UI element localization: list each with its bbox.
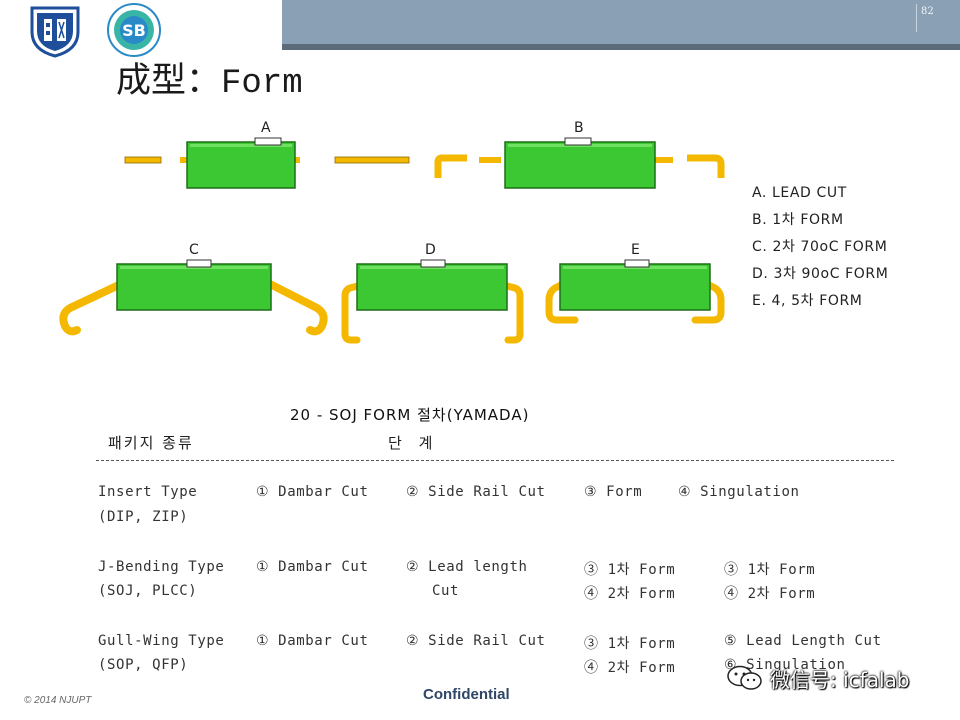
row2-step4b: ④ 2차 Form [724, 586, 816, 602]
row2-sub: (SOJ, PLCC) [98, 583, 198, 599]
header-bar [282, 0, 960, 44]
package-d: D [341, 242, 524, 344]
row3-type: Gull-Wing Type [98, 633, 225, 649]
label-a: A [261, 120, 271, 136]
row2-step1: ① Dambar Cut [256, 559, 369, 575]
package-b: B [434, 120, 725, 189]
lead-form-diagram: A B C D E [59, 120, 725, 344]
label-c: C [189, 242, 199, 258]
row3-step3: ③ 1차 Form [584, 636, 676, 652]
header-bar-underline [282, 44, 960, 50]
wechat-id: 微信号: icfalab [770, 668, 910, 692]
row1-step4: ④ Singulation [678, 484, 800, 500]
package-a: A [124, 120, 410, 189]
package-e: E [545, 242, 725, 324]
university-crest-icon [30, 6, 80, 58]
row2-step2: ② Lead length [406, 559, 528, 575]
row2-step4: ③ 1차 Form [724, 562, 816, 578]
legend-item-d: D. 3차 90oC FORM [752, 266, 889, 282]
row3-step4: ⑤ Lead Length Cut [724, 633, 882, 649]
row3-step1: ① Dambar Cut [256, 633, 369, 649]
school-badge-icon: SB [107, 3, 161, 57]
legend-item-a: A. LEAD CUT [752, 185, 847, 201]
confidential-label: Confidential [423, 686, 510, 703]
row2-step3: ③ 1차 Form [584, 562, 676, 578]
row2-step2b: Cut [432, 583, 460, 599]
row1-sub: (DIP, ZIP) [98, 509, 189, 525]
row3-step3b: ④ 2차 Form [584, 660, 676, 676]
form-legend: A. LEAD CUT B. 1차 FORM C. 2차 70oC FORM D… [752, 184, 888, 319]
wechat-icon [727, 665, 762, 690]
label-d: D [425, 242, 436, 258]
copyright-notice: © 2014 NJUPT [24, 695, 92, 706]
wechat-watermark: 微信号: icfalab [726, 664, 946, 692]
row2-step3b: ④ 2차 Form [584, 586, 676, 602]
row2-type: J-Bending Type [98, 559, 225, 575]
slide-title-zh: 成型： [116, 61, 222, 101]
row3-sub: (SOP, QFP) [98, 657, 189, 673]
row3-step2: ② Side Rail Cut [406, 633, 546, 649]
slide-title: 成型：Form [116, 52, 303, 103]
page-number-separator [916, 4, 917, 32]
column-header-step: 단 계 [388, 434, 439, 452]
page-number: 82 [921, 6, 934, 17]
label-b: B [574, 120, 584, 136]
table-title: 20 - SOJ FORM 절차(YAMADA) [290, 406, 530, 424]
row1-step2: ② Side Rail Cut [406, 484, 546, 500]
legend-item-c: C. 2차 70oC FORM [752, 239, 888, 255]
svg-text:SB: SB [122, 21, 146, 40]
package-c: C [59, 242, 328, 336]
row1-step3: ③ Form [584, 484, 643, 500]
label-e: E [631, 242, 640, 258]
legend-item-e: E. 4, 5차 FORM [752, 293, 863, 309]
row1-step1: ① Dambar Cut [256, 484, 369, 500]
column-header-type: 패키지 종류 [108, 434, 194, 452]
table-divider [96, 460, 894, 461]
row1-type: Insert Type [98, 484, 198, 500]
slide-title-en: Form [221, 65, 303, 103]
legend-item-b: B. 1차 FORM [752, 212, 844, 228]
